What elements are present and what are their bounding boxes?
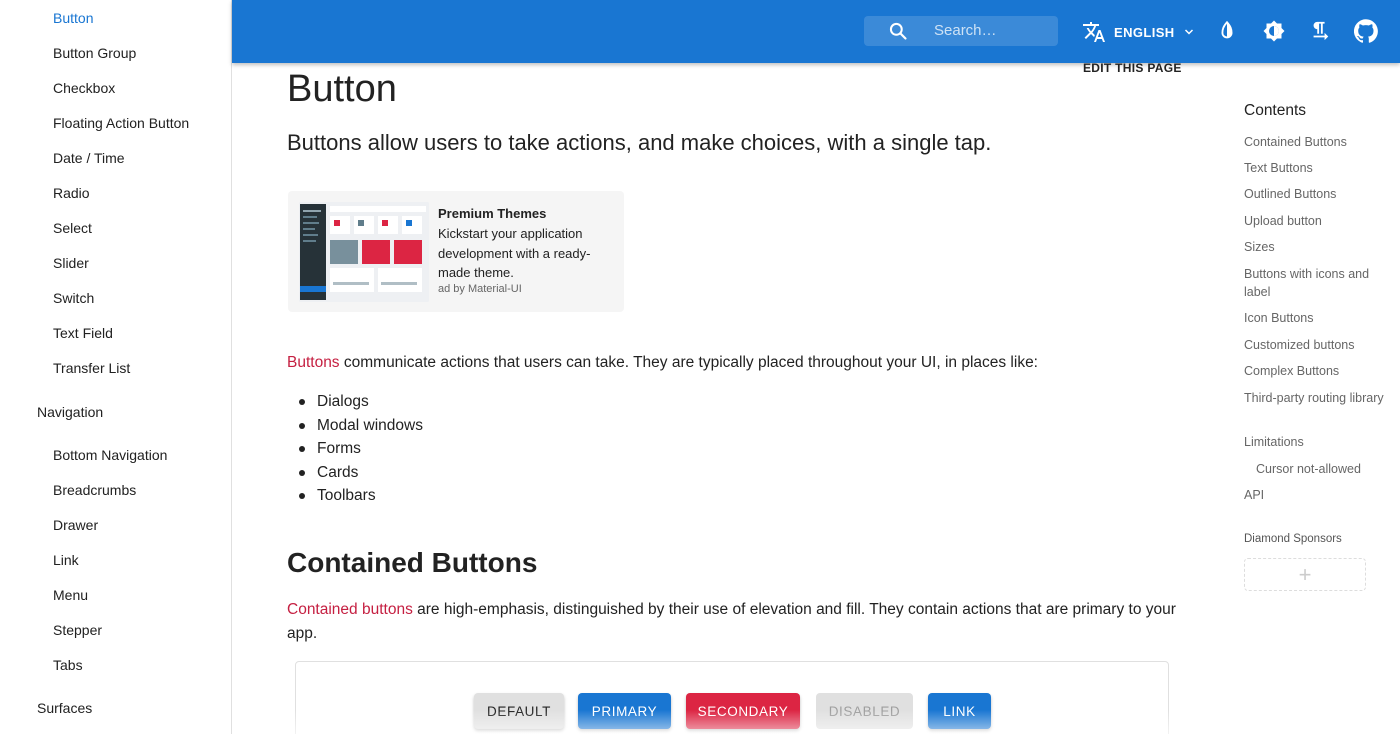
sidebar-item-switch[interactable]: Switch <box>53 290 94 306</box>
toc-item-icon-buttons[interactable]: Icon Buttons <box>1244 309 1389 327</box>
section-title-contained-buttons: Contained Buttons <box>287 547 538 578</box>
list-item: Cards <box>297 461 423 485</box>
list-item: Modal windows <box>297 414 423 438</box>
sidebar-item-stepper[interactable]: Stepper <box>53 622 102 638</box>
language-button[interactable]: ENGLISH <box>1082 18 1195 46</box>
contained-buttons-link[interactable]: Contained buttons <box>287 601 413 618</box>
language-label: ENGLISH <box>1114 24 1175 40</box>
theme-toggle-button[interactable] <box>1214 18 1240 44</box>
sidebar-item-text-field[interactable]: Text Field <box>53 325 113 341</box>
sidebar-item-bottom-navigation[interactable]: Bottom Navigation <box>53 447 167 463</box>
toc-item-contained-buttons[interactable]: Contained Buttons <box>1244 133 1389 151</box>
secondary-button[interactable]: SECONDARY <box>686 693 800 729</box>
toc-item-upload-button[interactable]: Upload button <box>1244 212 1389 230</box>
ad-thumbnail-image <box>299 202 429 302</box>
sidebar-item-date-time[interactable]: Date / Time <box>53 150 125 166</box>
toc-item-complex-buttons[interactable]: Complex Buttons <box>1244 362 1389 380</box>
diamond-sponsors-label: Diamond Sponsors <box>1244 533 1342 545</box>
disabled-button: DISABLED <box>816 693 913 729</box>
sidebar-item-menu[interactable]: Menu <box>53 587 88 603</box>
sidebar-item-drawer[interactable]: Drawer <box>53 517 98 533</box>
sidebar-item-link[interactable]: Link <box>53 552 79 568</box>
toc-item-text-buttons[interactable]: Text Buttons <box>1244 159 1389 177</box>
sidebar-item-checkbox[interactable]: Checkbox <box>53 80 115 96</box>
brightness-icon <box>1263 20 1285 42</box>
ad-card[interactable]: Premium Themes Kickstart your applicatio… <box>288 191 624 312</box>
toc-item-limitations[interactable]: Limitations <box>1244 433 1389 451</box>
search-input[interactable] <box>934 22 1054 39</box>
chevron-down-icon <box>1184 29 1193 35</box>
toc-item-customized-buttons[interactable]: Customized buttons <box>1244 336 1389 354</box>
github-button[interactable] <box>1353 18 1379 44</box>
toc-item-third-party-routing[interactable]: Third-party routing library <box>1244 389 1389 407</box>
toc-title: Contents <box>1244 102 1307 119</box>
contained-buttons-paragraph: Contained buttons are high-emphasis, dis… <box>287 598 1182 646</box>
sidebar-section-surfaces[interactable]: Surfaces <box>37 700 92 716</box>
edit-page-link[interactable]: EDIT THIS PAGE <box>1083 61 1182 75</box>
search-icon <box>889 22 907 40</box>
default-button[interactable]: DEFAULT <box>474 693 564 729</box>
search-box[interactable] <box>864 16 1058 46</box>
sidebar-item-slider[interactable]: Slider <box>53 255 89 271</box>
sidebar-item-radio[interactable]: Radio <box>53 185 90 201</box>
sidebar-item-transfer-list[interactable]: Transfer List <box>53 360 130 376</box>
usage-list: Dialogs Modal windows Forms Cards Toolba… <box>297 390 423 508</box>
intro-paragraph: Buttons communicate actions that users c… <box>287 351 1187 375</box>
sidebar-item-button-group[interactable]: Button Group <box>53 45 136 61</box>
text-direction-icon <box>1313 21 1329 41</box>
toc-item-buttons-with-icons[interactable]: Buttons with icons and label <box>1244 265 1389 301</box>
toc-item-outlined-buttons[interactable]: Outlined Buttons <box>1244 185 1389 203</box>
app-bar: ENGLISH <box>232 0 1400 63</box>
toc-item-cursor-not-allowed[interactable]: Cursor not-allowed <box>1256 460 1400 478</box>
sidebar-item-button[interactable]: Button <box>53 10 93 26</box>
translate-icon <box>1083 22 1105 42</box>
brightness-button[interactable] <box>1261 18 1287 44</box>
buttons-guideline-link[interactable]: Buttons <box>287 354 340 371</box>
list-item: Toolbars <box>297 484 423 508</box>
sidebar-item-floating-action-button[interactable]: Floating Action Button <box>53 115 189 131</box>
text-direction-button[interactable] <box>1307 18 1333 44</box>
add-sponsor-button[interactable]: + <box>1244 558 1366 591</box>
list-item: Dialogs <box>297 390 423 414</box>
ad-title: Premium Themes <box>438 206 547 221</box>
toc-item-sizes[interactable]: Sizes <box>1244 238 1389 256</box>
ad-attribution[interactable]: ad by Material-UI <box>438 283 522 295</box>
sidebar-nav: Button Button Group Checkbox Floating Ac… <box>0 0 232 734</box>
page-title: Button <box>287 68 397 110</box>
github-icon <box>1354 19 1378 43</box>
primary-button[interactable]: PRIMARY <box>578 693 671 729</box>
link-button[interactable]: LINK <box>928 693 991 729</box>
sidebar-section-navigation[interactable]: Navigation <box>37 404 103 420</box>
sidebar-item-tabs[interactable]: Tabs <box>53 657 83 673</box>
page-subtitle: Buttons allow users to take actions, and… <box>287 130 992 155</box>
intro-text: communicate actions that users can take.… <box>339 354 1038 371</box>
sidebar-item-select[interactable]: Select <box>53 220 92 236</box>
sidebar-item-breadcrumbs[interactable]: Breadcrumbs <box>53 482 136 498</box>
contained-buttons-text: are high-emphasis, distinguished by thei… <box>287 601 1176 642</box>
list-item: Forms <box>297 437 423 461</box>
theme-toggle-icon <box>1221 20 1233 39</box>
toc-item-api[interactable]: API <box>1244 486 1389 504</box>
ad-text: Kickstart your application development w… <box>438 226 591 280</box>
